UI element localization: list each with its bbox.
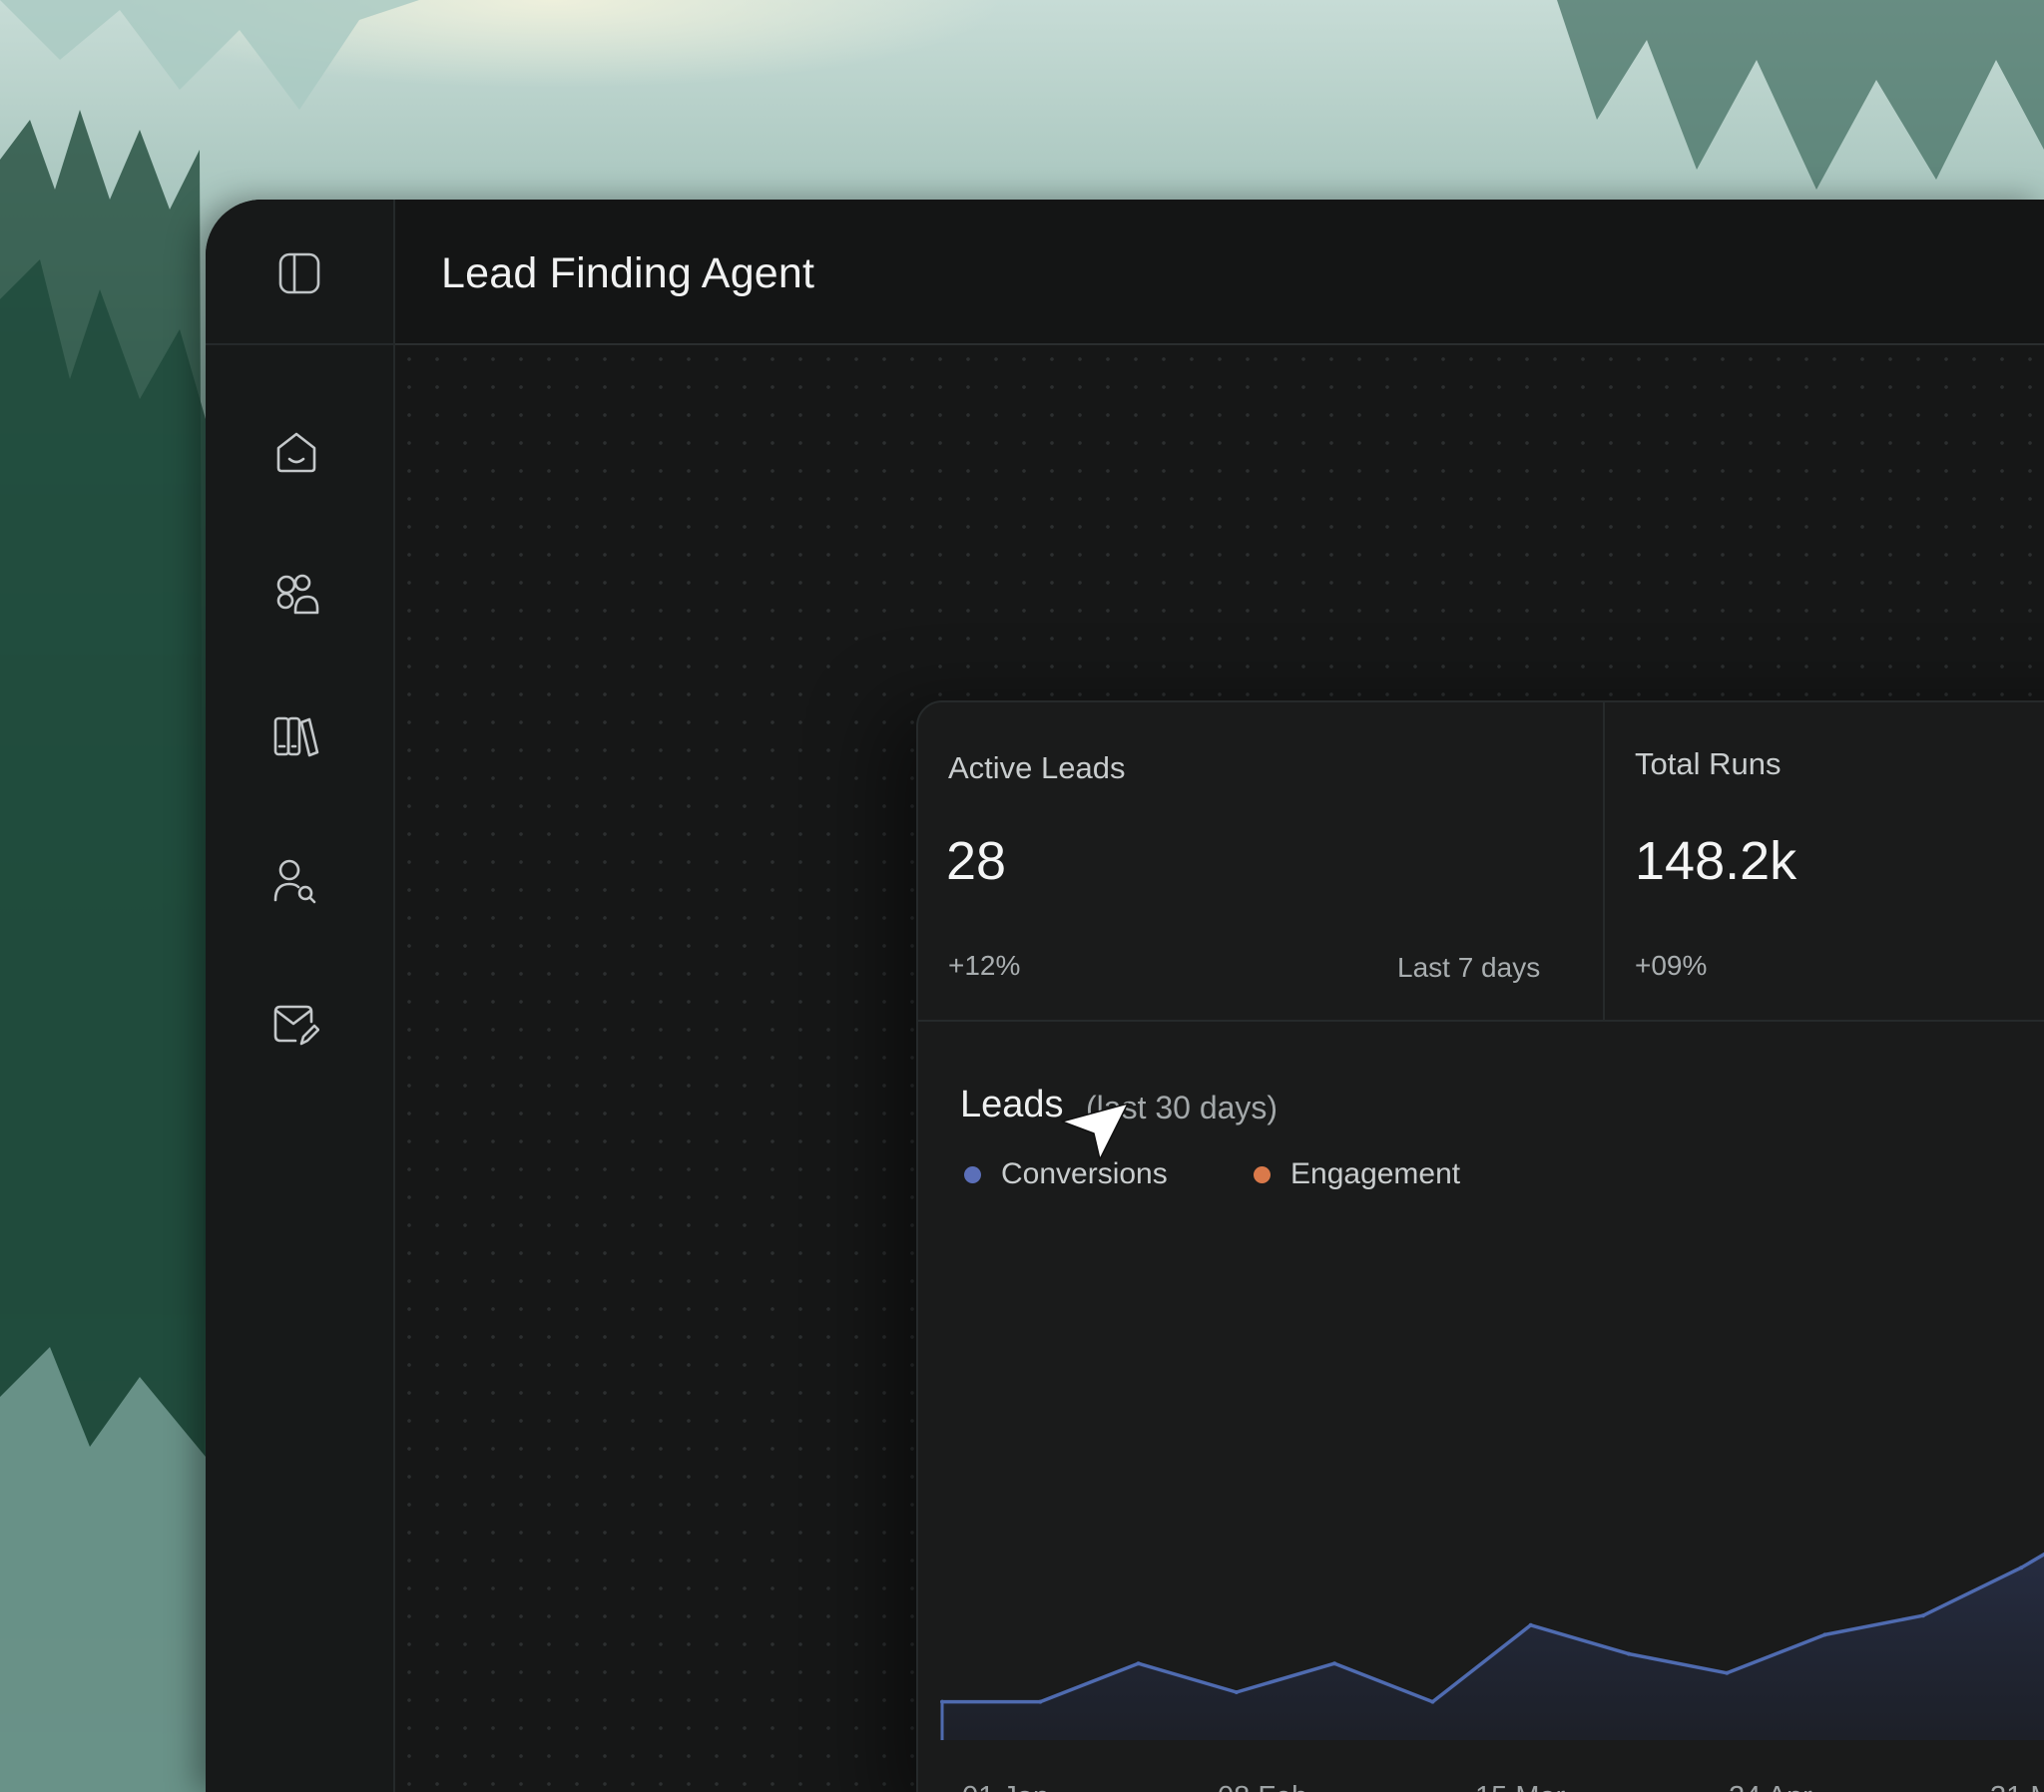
stat-value: 28 xyxy=(946,831,1007,891)
stats-chart-divider xyxy=(918,1020,2044,1022)
data-point xyxy=(1332,1661,1337,1666)
user-search-icon[interactable] xyxy=(271,858,317,904)
sidebar-toggle-icon[interactable] xyxy=(277,251,321,295)
data-point xyxy=(1725,1670,1730,1675)
stats-card: Active Leads 28 +12% Last 7 days Total R… xyxy=(916,700,2044,1792)
legend-dot-engagement xyxy=(1254,1165,1271,1183)
data-point xyxy=(1528,1622,1533,1627)
stats-divider xyxy=(1603,702,1605,1020)
sidebar-header xyxy=(206,200,393,345)
data-point xyxy=(1920,1613,1925,1618)
stat-label: Total Runs xyxy=(1635,746,1782,781)
chart-title: Leads xyxy=(960,1084,1064,1125)
leads-area-chart: 01 Jan 08 Feb 15 Mar 24 Apr 31 May xyxy=(940,1552,2044,1792)
home-icon[interactable] xyxy=(273,429,319,475)
data-point xyxy=(940,1699,944,1704)
x-tick-label: 15 Mar xyxy=(1475,1781,1566,1792)
data-point xyxy=(1038,1699,1043,1704)
topbar: Lead Finding Agent xyxy=(395,200,2044,345)
dashboard-canvas: Active Leads 28 +12% Last 7 days Total R… xyxy=(395,345,2044,1792)
data-point xyxy=(2019,1566,2024,1570)
x-tick-label: 08 Feb xyxy=(1218,1781,1307,1792)
legend-dot-conversions xyxy=(964,1165,981,1183)
stat-period: Last 7 days xyxy=(1397,952,1541,983)
stat-label: Active Leads xyxy=(948,750,1126,785)
x-tick-label: 24 Apr xyxy=(1729,1781,1812,1792)
data-point xyxy=(1430,1699,1435,1704)
legend-label: Engagement xyxy=(1290,1157,1461,1190)
mail-edit-icon[interactable] xyxy=(271,1002,319,1048)
page-title: Lead Finding Agent xyxy=(441,249,815,297)
stat-value: 148.2k xyxy=(1635,831,1797,891)
data-point xyxy=(1136,1661,1141,1666)
sidebar xyxy=(206,200,395,1792)
x-tick-label: 01 Jan xyxy=(962,1781,1049,1792)
stat-delta: +12% xyxy=(948,950,1021,981)
library-icon[interactable] xyxy=(271,712,319,760)
stat-delta: +09% xyxy=(1635,950,1708,981)
x-tick-label: 31 May xyxy=(1990,1781,2044,1792)
legend-engagement[interactable]: Engagement xyxy=(1254,1157,1460,1191)
series-area-conversions xyxy=(942,1554,2044,1740)
cursor-pointer-icon xyxy=(1060,1100,1130,1163)
data-point xyxy=(1627,1651,1631,1656)
users-icon[interactable] xyxy=(271,571,319,619)
data-point xyxy=(1822,1632,1827,1637)
app-window: Lead Finding Agent Active Leads 28 +12% … xyxy=(206,200,2044,1792)
data-point xyxy=(1234,1690,1239,1694)
